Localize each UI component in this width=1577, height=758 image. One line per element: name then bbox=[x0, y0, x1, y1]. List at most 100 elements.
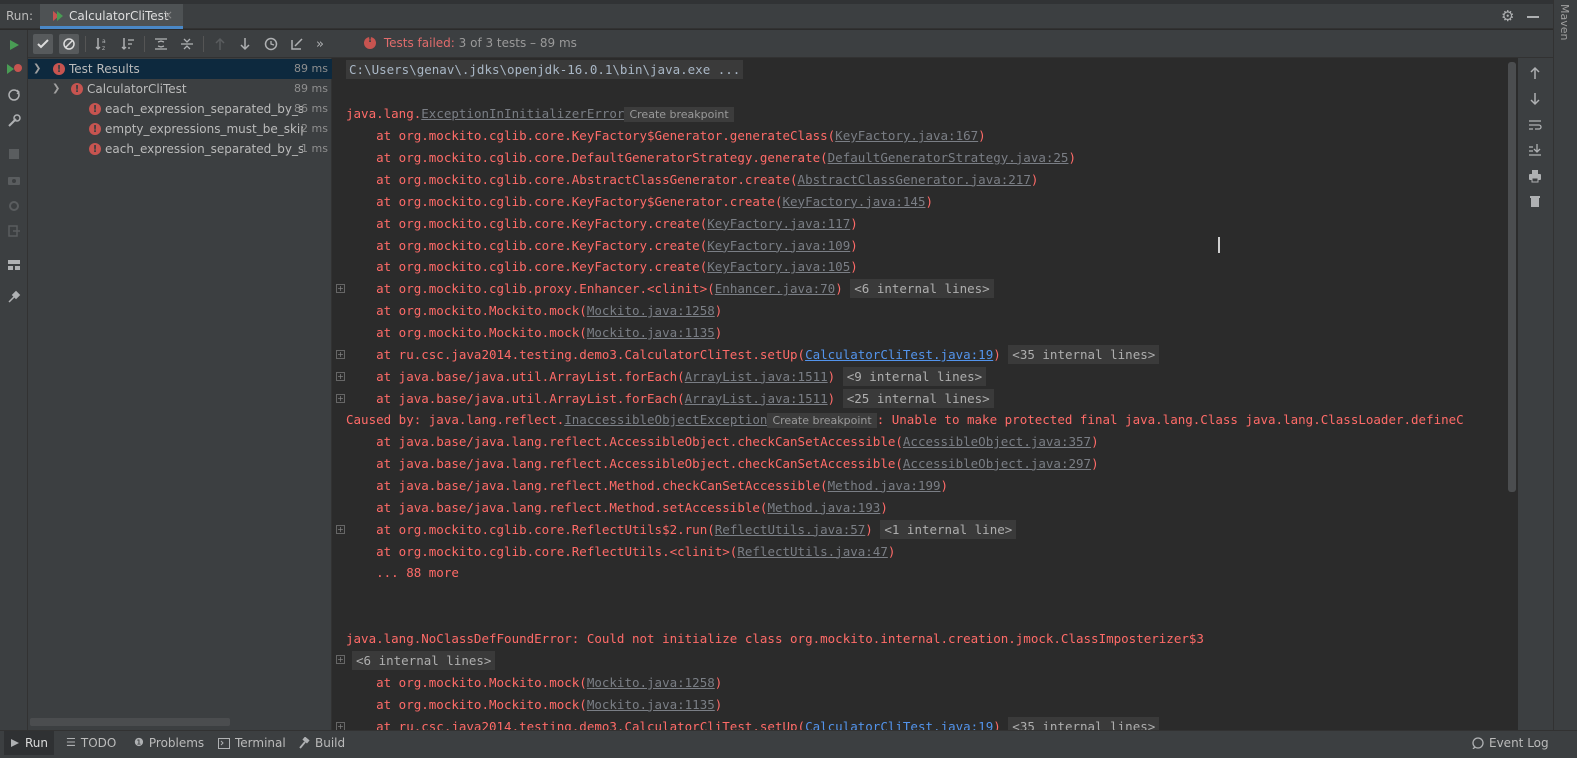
internal-lines-badge[interactable]: <6 internal lines> bbox=[352, 651, 496, 670]
show-passed-icon[interactable] bbox=[33, 34, 53, 54]
down-arrow-icon[interactable] bbox=[1526, 90, 1544, 108]
prev-fail-icon[interactable] bbox=[210, 34, 230, 54]
console-line-more: ... 88 more bbox=[346, 565, 459, 580]
problems-tool-button[interactable]: ❶ Problems bbox=[134, 731, 204, 755]
history-icon[interactable] bbox=[261, 34, 281, 54]
fold-expand-icon[interactable]: + bbox=[336, 371, 345, 381]
source-link[interactable]: KeyFactory.java:105 bbox=[707, 259, 850, 274]
sort-alpha-icon[interactable]: az bbox=[92, 34, 112, 54]
settings-wrench-icon[interactable] bbox=[5, 112, 23, 130]
tree-item-test[interactable]: each_expression_separated_by_semic 86 ms bbox=[28, 99, 332, 120]
stack-frame-line: at java.base/java.lang.reflect.Method.ch… bbox=[346, 475, 948, 497]
toolbar-separator bbox=[85, 36, 86, 52]
stack-frame-text: at org.mockito.cglib.core.ReflectUtils.<… bbox=[346, 543, 738, 559]
source-link[interactable]: DefaultGeneratorStrategy.java:25 bbox=[828, 150, 1069, 165]
chevron-down-icon[interactable]: ❯ bbox=[33, 59, 41, 79]
fold-expand-icon[interactable]: + bbox=[336, 721, 345, 730]
source-link[interactable]: Method.java:193 bbox=[767, 500, 880, 515]
soft-wrap-icon[interactable] bbox=[1526, 116, 1544, 134]
source-link[interactable]: Mockito.java:1258 bbox=[587, 303, 715, 318]
stack-frame-text: at org.mockito.cglib.core.AbstractClassG… bbox=[346, 171, 798, 187]
fold-expand-icon[interactable]: + bbox=[336, 655, 345, 664]
source-link[interactable]: ReflectUtils.java:47 bbox=[737, 544, 888, 559]
stack-frame-text: at org.mockito.Mockito.mock( bbox=[346, 325, 587, 341]
layout-icon[interactable] bbox=[5, 256, 23, 274]
source-link[interactable]: Mockito.java:1135 bbox=[587, 325, 715, 340]
source-link[interactable]: AccessibleObject.java:357 bbox=[903, 434, 1091, 449]
internal-lines-badge[interactable]: <35 internal lines> bbox=[1008, 345, 1160, 364]
internal-lines-badge[interactable]: <9 internal lines> bbox=[842, 366, 987, 386]
source-link[interactable]: Enhancer.java:70 bbox=[715, 281, 835, 296]
source-link[interactable]: CalculatorCliTest.java:19 bbox=[805, 347, 993, 362]
dump-threads-icon[interactable] bbox=[5, 171, 23, 189]
maven-tool-button[interactable]: Maven bbox=[1558, 4, 1571, 40]
stack-frame-text: at org.mockito.Mockito.mock( bbox=[346, 303, 587, 319]
create-breakpoint-button[interactable]: Create breakpoint bbox=[767, 413, 877, 428]
collapse-all-icon[interactable] bbox=[177, 34, 197, 54]
command-text[interactable]: C:\Users\genav\.jdks\openjdk-16.0.1\bin\… bbox=[346, 60, 744, 79]
create-breakpoint-button[interactable]: Create breakpoint bbox=[624, 107, 734, 122]
internal-lines-badge[interactable]: <25 internal lines> bbox=[842, 388, 994, 408]
source-link[interactable]: KeyFactory.java:167 bbox=[835, 128, 978, 143]
source-link[interactable]: AccessibleObject.java:297 bbox=[903, 456, 1091, 471]
source-link[interactable]: ArrayList.java:1511 bbox=[685, 369, 828, 384]
todo-tool-button[interactable]: ☰ TODO bbox=[66, 731, 116, 755]
exception-link[interactable]: ExceptionInInitializerError bbox=[421, 106, 624, 121]
trash-icon[interactable] bbox=[1526, 192, 1544, 210]
internal-lines-badge[interactable]: <1 internal line> bbox=[880, 519, 1017, 539]
source-link[interactable]: ArrayList.java:1511 bbox=[685, 391, 828, 406]
internal-lines-badge[interactable]: <35 internal lines> bbox=[1008, 716, 1160, 730]
tree-item-test[interactable]: empty_expressions_must_be_skipped( 2 ms bbox=[28, 119, 332, 140]
exit-icon[interactable] bbox=[5, 222, 23, 240]
source-link[interactable]: CalculatorCliTest.java:19 bbox=[805, 719, 993, 730]
vertical-scrollbar[interactable] bbox=[1508, 62, 1516, 492]
exception-link[interactable]: InaccessibleObjectException bbox=[564, 412, 767, 427]
close-icon[interactable]: × bbox=[163, 8, 173, 22]
source-link[interactable]: AbstractClassGenerator.java:217 bbox=[798, 172, 1031, 187]
pin-icon[interactable] bbox=[5, 288, 23, 306]
source-link[interactable]: Method.java:199 bbox=[828, 478, 941, 493]
tree-item-suite[interactable]: ❯ CalculatorCliTest 89 ms bbox=[28, 79, 332, 100]
import-tests-icon[interactable] bbox=[287, 34, 307, 54]
tree-item-test[interactable]: each_expression_separated_by_semicc 1 ms bbox=[28, 139, 332, 160]
up-arrow-icon[interactable] bbox=[1526, 64, 1544, 82]
chevron-down-icon[interactable]: ❯ bbox=[52, 79, 60, 99]
console-output[interactable]: C:\Users\genav\.jdks\openjdk-16.0.1\bin\… bbox=[333, 58, 1518, 730]
toggle-auto-test-icon[interactable] bbox=[5, 86, 23, 104]
horizontal-scrollbar[interactable] bbox=[30, 718, 230, 726]
print-icon[interactable] bbox=[1526, 167, 1544, 185]
rerun-icon[interactable] bbox=[5, 36, 23, 54]
status-detail: 3 of 3 tests – 89 ms bbox=[458, 36, 577, 50]
source-link[interactable]: Mockito.java:1258 bbox=[587, 675, 715, 690]
fold-expand-icon[interactable]: + bbox=[336, 350, 345, 359]
fold-expand-icon[interactable]: + bbox=[336, 393, 345, 403]
expand-all-icon[interactable] bbox=[151, 34, 171, 54]
fold-expand-icon[interactable]: + bbox=[336, 524, 345, 534]
tree-item-test-results[interactable]: ❯ Test Results 89 ms bbox=[28, 59, 332, 80]
terminal-tool-button[interactable]: Terminal bbox=[218, 731, 286, 755]
next-fail-icon[interactable] bbox=[235, 34, 255, 54]
source-link[interactable]: KeyFactory.java:109 bbox=[707, 238, 850, 253]
stack-frame-text: at org.mockito.cglib.core.KeyFactory$Gen… bbox=[346, 193, 783, 209]
gear-icon[interactable]: ⚙ bbox=[1501, 8, 1517, 24]
sort-duration-icon[interactable] bbox=[118, 34, 138, 54]
source-link[interactable]: ReflectUtils.java:57 bbox=[715, 522, 866, 537]
event-log-button[interactable]: Event Log bbox=[1472, 731, 1549, 755]
tab-calculator-cli-test[interactable]: CalculatorCliTest × bbox=[40, 4, 183, 29]
build-tool-button[interactable]: Build bbox=[298, 731, 345, 755]
stack-frame-suffix: ) bbox=[978, 128, 986, 143]
run-tool-button[interactable]: Run bbox=[4, 731, 55, 755]
more-actions-icon[interactable]: » bbox=[313, 34, 327, 54]
source-link[interactable]: KeyFactory.java:117 bbox=[707, 216, 850, 231]
source-link[interactable]: KeyFactory.java:145 bbox=[783, 194, 926, 209]
fold-expand-icon[interactable]: + bbox=[336, 284, 345, 294]
stop-icon[interactable] bbox=[5, 145, 23, 163]
minimize-icon[interactable] bbox=[1527, 16, 1539, 18]
export-icon[interactable] bbox=[5, 197, 23, 215]
internal-lines-badge[interactable]: <6 internal lines> bbox=[850, 279, 994, 299]
scroll-end-icon[interactable] bbox=[1526, 141, 1544, 159]
source-link[interactable]: Mockito.java:1135 bbox=[587, 697, 715, 712]
rerun-failed-icon[interactable] bbox=[5, 61, 23, 79]
show-ignored-icon[interactable] bbox=[59, 34, 79, 54]
status-failed-label: Tests failed: bbox=[383, 36, 455, 50]
